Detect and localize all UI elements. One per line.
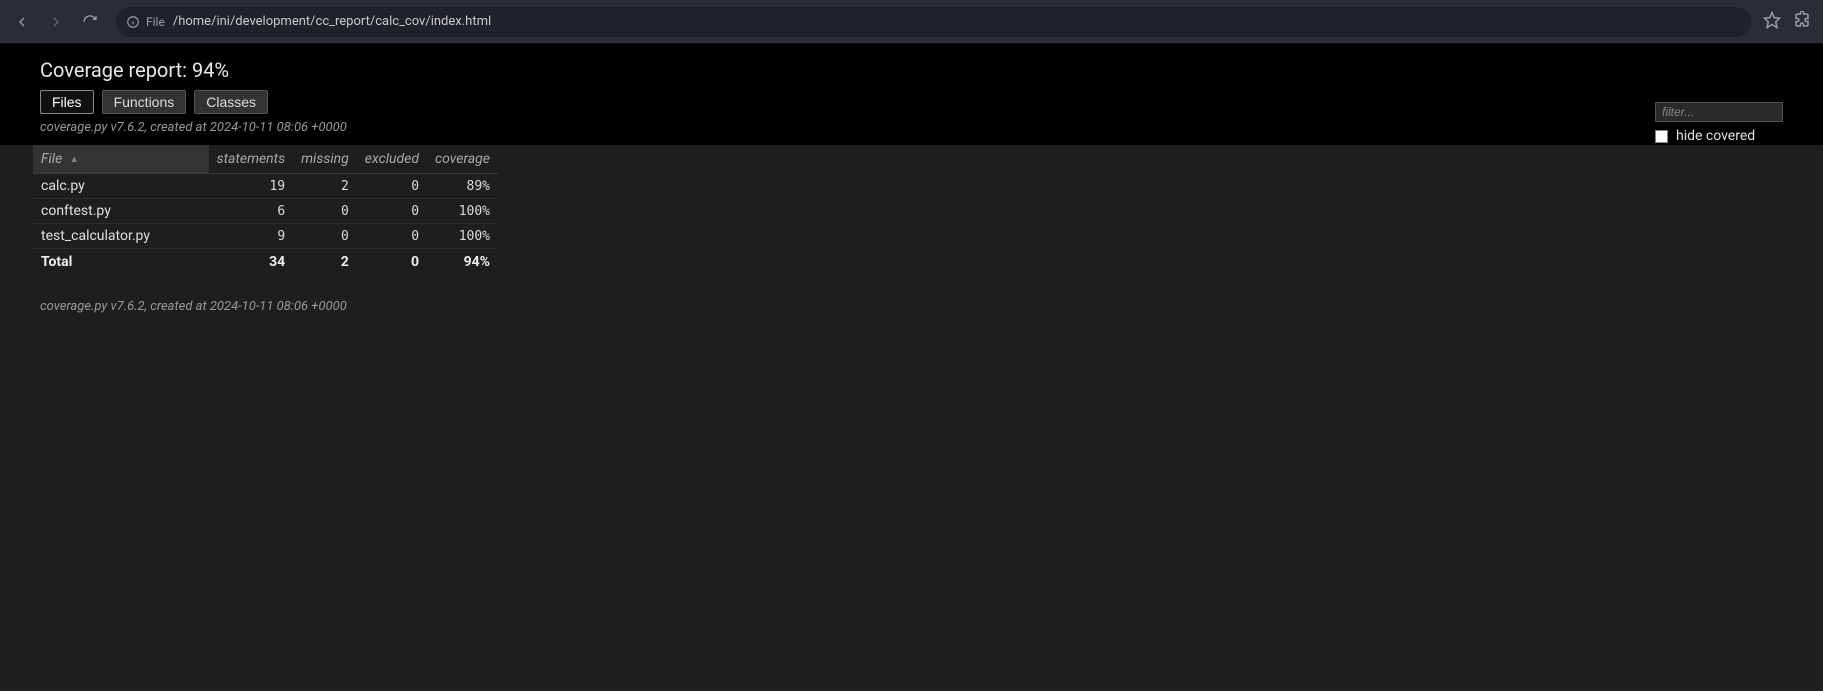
col-header-statements[interactable]: statements <box>209 145 294 174</box>
cell-coverage: 89% <box>427 174 498 199</box>
reload-button[interactable] <box>76 8 104 36</box>
footer-meta: coverage.py v7.6.2, created at 2024-10-1… <box>40 299 1823 314</box>
cell-excluded: 0 <box>357 174 427 199</box>
cell-excluded: 0 <box>357 199 427 224</box>
cell-statements: 9 <box>209 224 294 249</box>
url-bar[interactable]: File /home/ini/development/cc_report/cal… <box>116 7 1751 37</box>
url-scheme-label: File <box>146 15 165 29</box>
back-button[interactable] <box>8 8 36 36</box>
col-header-missing[interactable]: missing <box>293 145 357 174</box>
info-icon: File <box>126 15 165 29</box>
cell-excluded: 0 <box>357 224 427 249</box>
file-link[interactable]: conftest.py <box>41 203 111 219</box>
content-area: File ▲ statements missing excluded cover… <box>0 145 1823 334</box>
forward-button[interactable] <box>42 8 70 36</box>
col-header-file[interactable]: File ▲ <box>33 145 209 174</box>
hide-covered-label: hide covered <box>1676 128 1755 144</box>
filter-input[interactable] <box>1655 102 1783 122</box>
cell-coverage: 100% <box>427 224 498 249</box>
col-header-coverage[interactable]: coverage <box>427 145 498 174</box>
url-text: /home/ini/development/cc_report/calc_cov… <box>173 14 491 29</box>
total-missing: 2 <box>293 249 357 276</box>
browser-toolbar: File /home/ini/development/cc_report/cal… <box>0 0 1823 44</box>
coverage-table: File ▲ statements missing excluded cover… <box>33 145 498 275</box>
cell-statements: 19 <box>209 174 294 199</box>
total-statements: 34 <box>209 249 294 276</box>
cell-missing: 0 <box>293 224 357 249</box>
table-row: conftest.py 6 0 0 100% <box>33 199 498 224</box>
sort-asc-icon: ▲ <box>70 154 79 165</box>
tab-files[interactable]: Files <box>40 90 94 114</box>
header-meta: coverage.py v7.6.2, created at 2024-10-1… <box>40 120 1783 135</box>
hide-covered-checkbox[interactable] <box>1655 130 1668 143</box>
table-row: test_calculator.py 9 0 0 100% <box>33 224 498 249</box>
cell-missing: 0 <box>293 199 357 224</box>
hide-covered-toggle[interactable]: hide covered <box>1655 128 1755 144</box>
table-total-row: Total 34 2 0 94% <box>33 249 498 276</box>
cell-coverage: 100% <box>427 199 498 224</box>
extensions-icon[interactable] <box>1793 11 1811 33</box>
cell-missing: 2 <box>293 174 357 199</box>
total-coverage: 94% <box>427 249 498 276</box>
col-header-excluded[interactable]: excluded <box>357 145 427 174</box>
page-title: Coverage report: 94% <box>40 58 1783 82</box>
file-link[interactable]: test_calculator.py <box>41 228 150 244</box>
file-link[interactable]: calc.py <box>41 178 85 194</box>
tabs-row: Files Functions Classes <box>40 90 1783 114</box>
total-excluded: 0 <box>357 249 427 276</box>
table-row: calc.py 19 2 0 89% <box>33 174 498 199</box>
cell-statements: 6 <box>209 199 294 224</box>
total-label: Total <box>33 249 209 276</box>
bookmark-star-icon[interactable] <box>1763 11 1781 33</box>
tab-classes[interactable]: Classes <box>194 90 268 114</box>
tab-functions[interactable]: Functions <box>102 90 187 114</box>
report-header: Coverage report: 94% Files Functions Cla… <box>0 44 1823 145</box>
